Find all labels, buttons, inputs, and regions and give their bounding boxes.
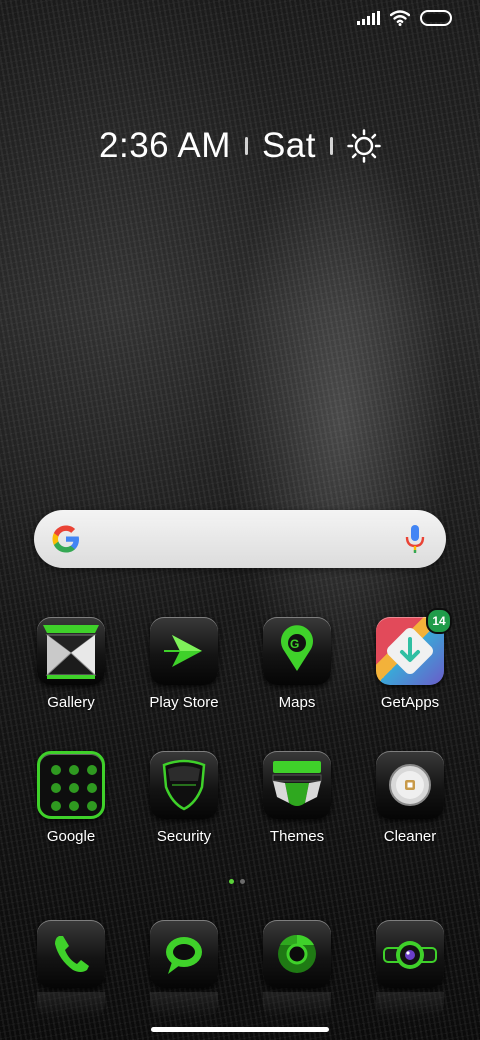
app-google[interactable]: Google bbox=[16, 751, 126, 845]
page-dot-active bbox=[229, 879, 234, 884]
chrome-icon bbox=[263, 920, 331, 988]
icon-reflection bbox=[263, 992, 331, 1018]
app-themes[interactable]: Themes bbox=[242, 751, 352, 845]
page-dot bbox=[240, 879, 245, 884]
notification-badge: 14 bbox=[426, 608, 452, 634]
camera-icon bbox=[376, 920, 444, 988]
dock-messages[interactable] bbox=[129, 920, 239, 1018]
getapps-icon: 14 bbox=[376, 608, 452, 685]
battery-icon bbox=[420, 10, 452, 26]
clock-separator bbox=[329, 137, 333, 155]
icon-reflection bbox=[150, 992, 218, 1018]
maps-icon: G bbox=[263, 617, 331, 685]
app-play-store[interactable]: Play Store bbox=[129, 617, 239, 711]
phone-icon bbox=[37, 920, 105, 988]
clock-separator bbox=[244, 137, 248, 155]
cleaner-icon bbox=[376, 751, 444, 819]
messages-icon bbox=[150, 920, 218, 988]
google-g-icon bbox=[52, 525, 79, 553]
clock-time: 2:36 AM bbox=[99, 126, 231, 165]
app-label: GetApps bbox=[380, 694, 440, 711]
gallery-icon bbox=[37, 617, 105, 685]
app-label: Security bbox=[156, 828, 212, 845]
sun-icon bbox=[347, 129, 381, 163]
google-folder-icon bbox=[37, 751, 105, 819]
play-store-icon bbox=[150, 617, 218, 685]
app-label: Play Store bbox=[149, 694, 219, 711]
mic-icon[interactable] bbox=[404, 524, 426, 554]
app-security[interactable]: Security bbox=[129, 751, 239, 845]
svg-text:G: G bbox=[290, 637, 299, 651]
dock-phone[interactable] bbox=[16, 920, 126, 1018]
app-label: Cleaner bbox=[383, 828, 437, 845]
security-icon bbox=[150, 751, 218, 819]
app-gallery[interactable]: Gallery bbox=[16, 617, 126, 711]
themes-icon bbox=[263, 751, 331, 819]
icon-reflection bbox=[37, 992, 105, 1018]
clock-widget[interactable]: 2:36 AM Sat bbox=[0, 126, 480, 166]
icon-reflection bbox=[376, 992, 444, 1018]
app-label: Maps bbox=[278, 694, 316, 711]
home-gesture-bar[interactable] bbox=[151, 1027, 329, 1032]
wifi-icon bbox=[390, 10, 410, 26]
app-getapps[interactable]: 14 GetApps bbox=[355, 608, 465, 711]
status-bar bbox=[357, 10, 452, 26]
dock-chrome[interactable] bbox=[242, 920, 352, 1018]
signal-icon bbox=[357, 11, 380, 25]
app-maps[interactable]: G Maps bbox=[242, 617, 352, 711]
app-cleaner[interactable]: Cleaner bbox=[355, 751, 465, 845]
clock-day: Sat bbox=[261, 126, 316, 165]
app-label: Themes bbox=[269, 828, 325, 845]
google-search-bar[interactable] bbox=[34, 510, 446, 568]
app-label: Google bbox=[46, 828, 96, 845]
app-label: Gallery bbox=[47, 694, 95, 711]
page-indicator bbox=[229, 879, 245, 884]
dock-camera[interactable] bbox=[355, 920, 465, 1018]
